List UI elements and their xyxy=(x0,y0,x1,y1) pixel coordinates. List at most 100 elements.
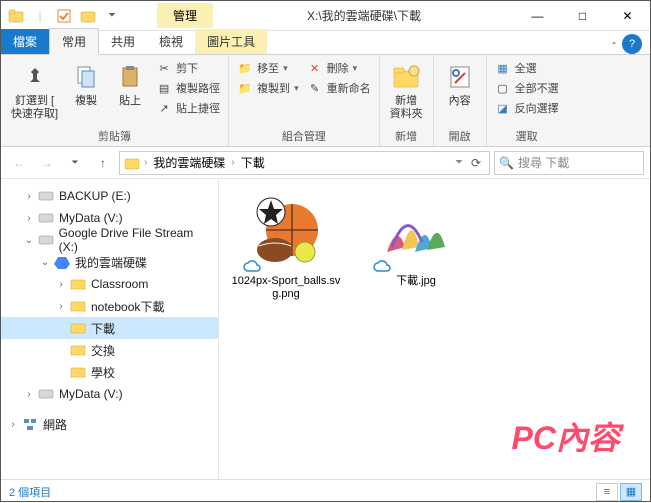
nav-back-button[interactable]: ← xyxy=(7,151,31,175)
tab-picture-tools[interactable]: 圖片工具 xyxy=(195,29,267,54)
tree-node-folder[interactable]: ›notebook下載 xyxy=(1,295,218,317)
separator: | xyxy=(31,7,49,25)
folder-icon[interactable] xyxy=(7,7,25,25)
breadcrumb-segment[interactable]: 下載 xyxy=(239,154,267,171)
search-placeholder: 搜尋 下載 xyxy=(518,154,569,171)
tab-file[interactable]: 檔案 xyxy=(1,29,49,54)
main-area: ›BACKUP (E:) ›MyData (V:) ⌄Google Drive … xyxy=(1,179,650,479)
tree-node-folder[interactable]: ›Classroom xyxy=(1,273,218,295)
expand-icon[interactable]: › xyxy=(53,279,69,290)
ribbon-tabs: 檔案 常用 共用 檢視 圖片工具 ˆ ? xyxy=(1,31,650,55)
chevron-right-icon[interactable]: › xyxy=(231,157,234,168)
tree-node-network[interactable]: ›網路 xyxy=(1,413,218,435)
folder-icon xyxy=(69,297,87,315)
moveto-icon: 📁 xyxy=(237,60,253,76)
search-input[interactable]: 🔍 搜尋 下載 xyxy=(494,151,644,175)
expand-icon[interactable]: › xyxy=(21,389,37,400)
nav-recent-button[interactable]: ⏷ xyxy=(63,151,87,175)
contextual-tab-label: 管理 xyxy=(157,3,213,28)
nav-up-button[interactable]: ↑ xyxy=(91,151,115,175)
help-button[interactable]: ? xyxy=(622,34,642,54)
file-item[interactable]: 下載.jpg xyxy=(361,191,471,288)
expand-icon[interactable]: › xyxy=(53,301,69,312)
chevron-down-icon[interactable]: ⏷ xyxy=(455,157,463,168)
folder-icon xyxy=(69,319,87,337)
file-thumbnail xyxy=(246,191,326,271)
status-bar: 2 個項目 ≡ ▦ xyxy=(1,479,650,503)
folder-icon xyxy=(124,156,140,170)
drive-icon xyxy=(37,385,55,403)
item-count: 2 個項目 xyxy=(9,484,51,500)
minimize-button[interactable]: — xyxy=(515,1,560,31)
quick-access-toolbar: | ⏷ xyxy=(1,7,127,25)
folder-small-icon[interactable] xyxy=(79,7,97,25)
pin-button[interactable]: 釘選到 [ 快速存取] xyxy=(7,59,62,123)
copy-icon xyxy=(70,61,102,93)
copyto-icon: 📁 xyxy=(237,80,253,96)
ribbon-collapse-icon[interactable]: ˆ xyxy=(612,40,616,54)
chevron-right-icon[interactable]: › xyxy=(144,157,147,168)
tree-node-folder[interactable]: 學校 xyxy=(1,361,218,383)
refresh-button[interactable]: ⟳ xyxy=(467,156,485,170)
tree-node-folder[interactable]: ⌄我的雲端硬碟 xyxy=(1,251,218,273)
tab-home[interactable]: 常用 xyxy=(49,28,99,55)
copy-to-button[interactable]: 📁複製到 ▾ xyxy=(235,79,301,97)
drive-icon xyxy=(37,187,55,205)
nav-tree[interactable]: ›BACKUP (E:) ›MyData (V:) ⌄Google Drive … xyxy=(1,179,219,479)
delete-icon: ✕ xyxy=(307,60,323,76)
folder-icon xyxy=(69,341,87,359)
select-all-button[interactable]: ▦全選 xyxy=(493,59,561,77)
tree-node-drive[interactable]: ›MyData (V:) xyxy=(1,383,218,405)
copy-path-button[interactable]: ▤複製路徑 xyxy=(154,79,222,97)
invert-select-button[interactable]: ◪反向選擇 xyxy=(493,99,561,117)
tree-node-drive[interactable]: ›BACKUP (E:) xyxy=(1,185,218,207)
checkbox-checked-icon[interactable] xyxy=(55,7,73,25)
rename-button[interactable]: ✎重新命名 xyxy=(305,79,373,97)
collapse-icon[interactable]: ⌄ xyxy=(21,235,37,246)
nav-forward-button[interactable]: → xyxy=(35,151,59,175)
breadcrumb-segment[interactable]: 我的雲端硬碟 xyxy=(151,154,227,171)
view-icons-button[interactable]: ▦ xyxy=(620,483,642,501)
tree-node-folder-selected[interactable]: 下載 xyxy=(1,317,218,339)
cloud-status-icon xyxy=(242,259,262,273)
file-item[interactable]: 1024px-Sport_balls.svg.png xyxy=(231,191,341,301)
properties-icon xyxy=(444,61,476,93)
expand-icon[interactable]: › xyxy=(5,419,21,430)
paste-shortcut-button[interactable]: ↗貼上捷徑 xyxy=(154,99,222,117)
gdrive-icon xyxy=(53,253,71,271)
maximize-button[interactable]: □ xyxy=(560,1,605,31)
rename-icon: ✎ xyxy=(307,80,323,96)
new-folder-button[interactable]: 新增 資料夾 xyxy=(386,59,427,123)
tree-node-drive[interactable]: ⌄Google Drive File Stream (X:) xyxy=(1,229,218,251)
select-none-button[interactable]: ▢全部不選 xyxy=(493,79,561,97)
address-bar-row: ← → ⏷ ↑ › 我的雲端硬碟 › 下載 ⏷ ⟳ 🔍 搜尋 下載 xyxy=(1,147,650,179)
file-pane[interactable]: 1024px-Sport_balls.svg.png 下載.jpg PC內容 xyxy=(219,179,650,479)
expand-icon[interactable]: › xyxy=(21,213,37,224)
dropdown-icon[interactable]: ⏷ xyxy=(103,7,121,25)
close-button[interactable]: ✕ xyxy=(605,1,650,31)
scissors-icon: ✂ xyxy=(156,60,172,76)
tab-share[interactable]: 共用 xyxy=(99,29,147,54)
watermark-text: PC內容 xyxy=(512,413,620,459)
pin-icon xyxy=(19,61,51,93)
file-thumbnail xyxy=(376,191,456,271)
tree-node-folder[interactable]: 交換 xyxy=(1,339,218,361)
properties-button[interactable]: 內容 xyxy=(440,59,480,110)
cut-button[interactable]: ✂剪下 xyxy=(154,59,222,77)
cloud-status-icon xyxy=(372,259,392,273)
copy-button[interactable]: 複製 xyxy=(66,59,106,110)
title-bar: | ⏷ 管理 X:\我的雲端硬碟\下載 — □ ✕ xyxy=(1,1,650,31)
folder-icon xyxy=(69,275,87,293)
move-to-button[interactable]: 📁移至 ▾ xyxy=(235,59,301,77)
folder-icon xyxy=(69,363,87,381)
collapse-icon[interactable]: ⌄ xyxy=(37,257,53,268)
delete-button[interactable]: ✕刪除 ▾ xyxy=(305,59,373,77)
tab-view[interactable]: 檢視 xyxy=(147,29,195,54)
expand-icon[interactable]: › xyxy=(21,191,37,202)
address-bar[interactable]: › 我的雲端硬碟 › 下載 ⏷ ⟳ xyxy=(119,151,490,175)
group-new: 新增 資料夾 新增 xyxy=(380,55,434,146)
group-clipboard: 釘選到 [ 快速存取] 複製 貼上 ✂剪下 ▤複製路徑 ↗貼上捷徑 剪貼簿 xyxy=(1,55,229,146)
view-details-button[interactable]: ≡ xyxy=(596,483,618,501)
path-icon: ▤ xyxy=(156,80,172,96)
paste-button[interactable]: 貼上 xyxy=(110,59,150,110)
